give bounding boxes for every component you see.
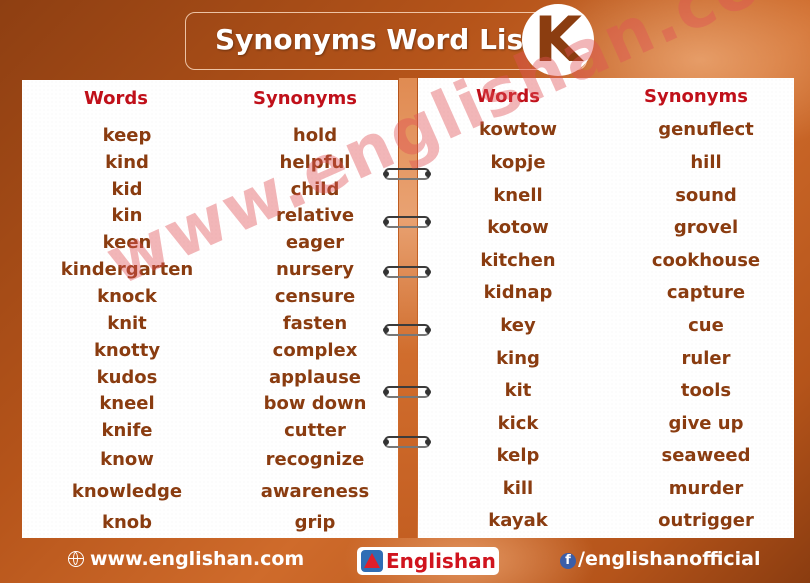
synonym-cell: helpful bbox=[279, 152, 351, 173]
synonym-cell: seaweed bbox=[661, 445, 751, 466]
footer-social-text: /englishanofficial bbox=[578, 548, 761, 570]
synonym-cell: murder bbox=[668, 478, 744, 499]
word-cell: knotty bbox=[93, 340, 161, 361]
footer-website[interactable]: www.englishan.com bbox=[68, 543, 304, 575]
synonym-cell: genuflect bbox=[658, 119, 754, 140]
word-cell: kid bbox=[111, 179, 143, 200]
synonym-cell: capture bbox=[666, 282, 746, 303]
word-cell: kowtow bbox=[478, 119, 558, 140]
logo-text: Englishan bbox=[386, 549, 496, 573]
synonym-cell: applause bbox=[269, 367, 361, 388]
globe-icon bbox=[68, 551, 84, 567]
synonym-cell: cookhouse bbox=[651, 250, 761, 271]
word-cell: knell bbox=[493, 185, 543, 206]
right-synonyms-header: Synonyms bbox=[644, 86, 748, 107]
footer-social[interactable]: f/englishanofficial bbox=[560, 543, 761, 575]
word-cell: kotow bbox=[487, 217, 549, 238]
word-cell: knob bbox=[101, 512, 153, 533]
synonym-cell: hill bbox=[690, 152, 722, 173]
word-cell: keep bbox=[102, 125, 152, 146]
synonym-cell: tools bbox=[680, 380, 732, 401]
synonym-cell: relative bbox=[275, 205, 355, 226]
notebook-spine bbox=[399, 78, 417, 538]
word-cell: king bbox=[496, 348, 540, 369]
word-cell: knit bbox=[107, 313, 147, 334]
letter-badge: K bbox=[522, 4, 594, 76]
synonym-cell: awareness bbox=[260, 481, 370, 502]
word-cell: knowledge bbox=[71, 481, 183, 502]
englishan-logo: Englishan bbox=[357, 547, 499, 575]
synonym-cell: complex bbox=[272, 340, 358, 361]
right-page bbox=[418, 78, 794, 538]
word-cell: kelp bbox=[496, 445, 540, 466]
facebook-icon: f bbox=[560, 553, 576, 569]
synonym-cell: cutter bbox=[284, 420, 346, 441]
synonym-cell: censure bbox=[274, 286, 356, 307]
page-title: Synonyms Word List bbox=[215, 23, 537, 56]
synonym-cell: give up bbox=[668, 413, 744, 434]
word-cell: kick bbox=[497, 413, 539, 434]
word-cell: kopje bbox=[490, 152, 546, 173]
synonym-cell: fasten bbox=[282, 313, 348, 334]
synonym-cell: hold bbox=[292, 125, 338, 146]
word-cell: kayak bbox=[488, 510, 548, 531]
word-cell: kill bbox=[502, 478, 534, 499]
synonym-cell: bow down bbox=[263, 393, 367, 414]
synonym-cell: recognize bbox=[265, 449, 365, 470]
word-cell: kneel bbox=[99, 393, 155, 414]
synonym-cell: ruler bbox=[681, 348, 731, 369]
synonym-cell: eager bbox=[285, 232, 345, 253]
word-cell: knock bbox=[97, 286, 157, 307]
left-words-header: Words bbox=[83, 88, 149, 109]
synonym-cell: grovel bbox=[673, 217, 739, 238]
left-synonyms-header: Synonyms bbox=[253, 88, 357, 109]
word-cell: kudos bbox=[96, 367, 158, 388]
word-cell: kit bbox=[504, 380, 532, 401]
word-cell: knife bbox=[101, 420, 153, 441]
synonym-cell: outrigger bbox=[658, 510, 754, 531]
synonym-cell: nursery bbox=[275, 259, 355, 280]
word-cell: kin bbox=[111, 205, 143, 226]
logo-icon bbox=[361, 550, 383, 572]
synonym-cell: grip bbox=[294, 512, 336, 533]
word-cell: know bbox=[100, 449, 154, 470]
word-cell: kind bbox=[105, 152, 149, 173]
synonym-cell: sound bbox=[675, 185, 737, 206]
word-cell: key bbox=[500, 315, 536, 336]
right-words-header: Words bbox=[475, 86, 541, 107]
word-cell: kitchen bbox=[480, 250, 556, 271]
word-cell: kidnap bbox=[483, 282, 553, 303]
word-cell: kindergarten bbox=[60, 259, 194, 280]
word-cell: keen bbox=[102, 232, 152, 253]
footer-website-text: www.englishan.com bbox=[90, 548, 305, 570]
synonym-cell: child bbox=[290, 179, 340, 200]
synonym-cell: cue bbox=[688, 315, 724, 336]
